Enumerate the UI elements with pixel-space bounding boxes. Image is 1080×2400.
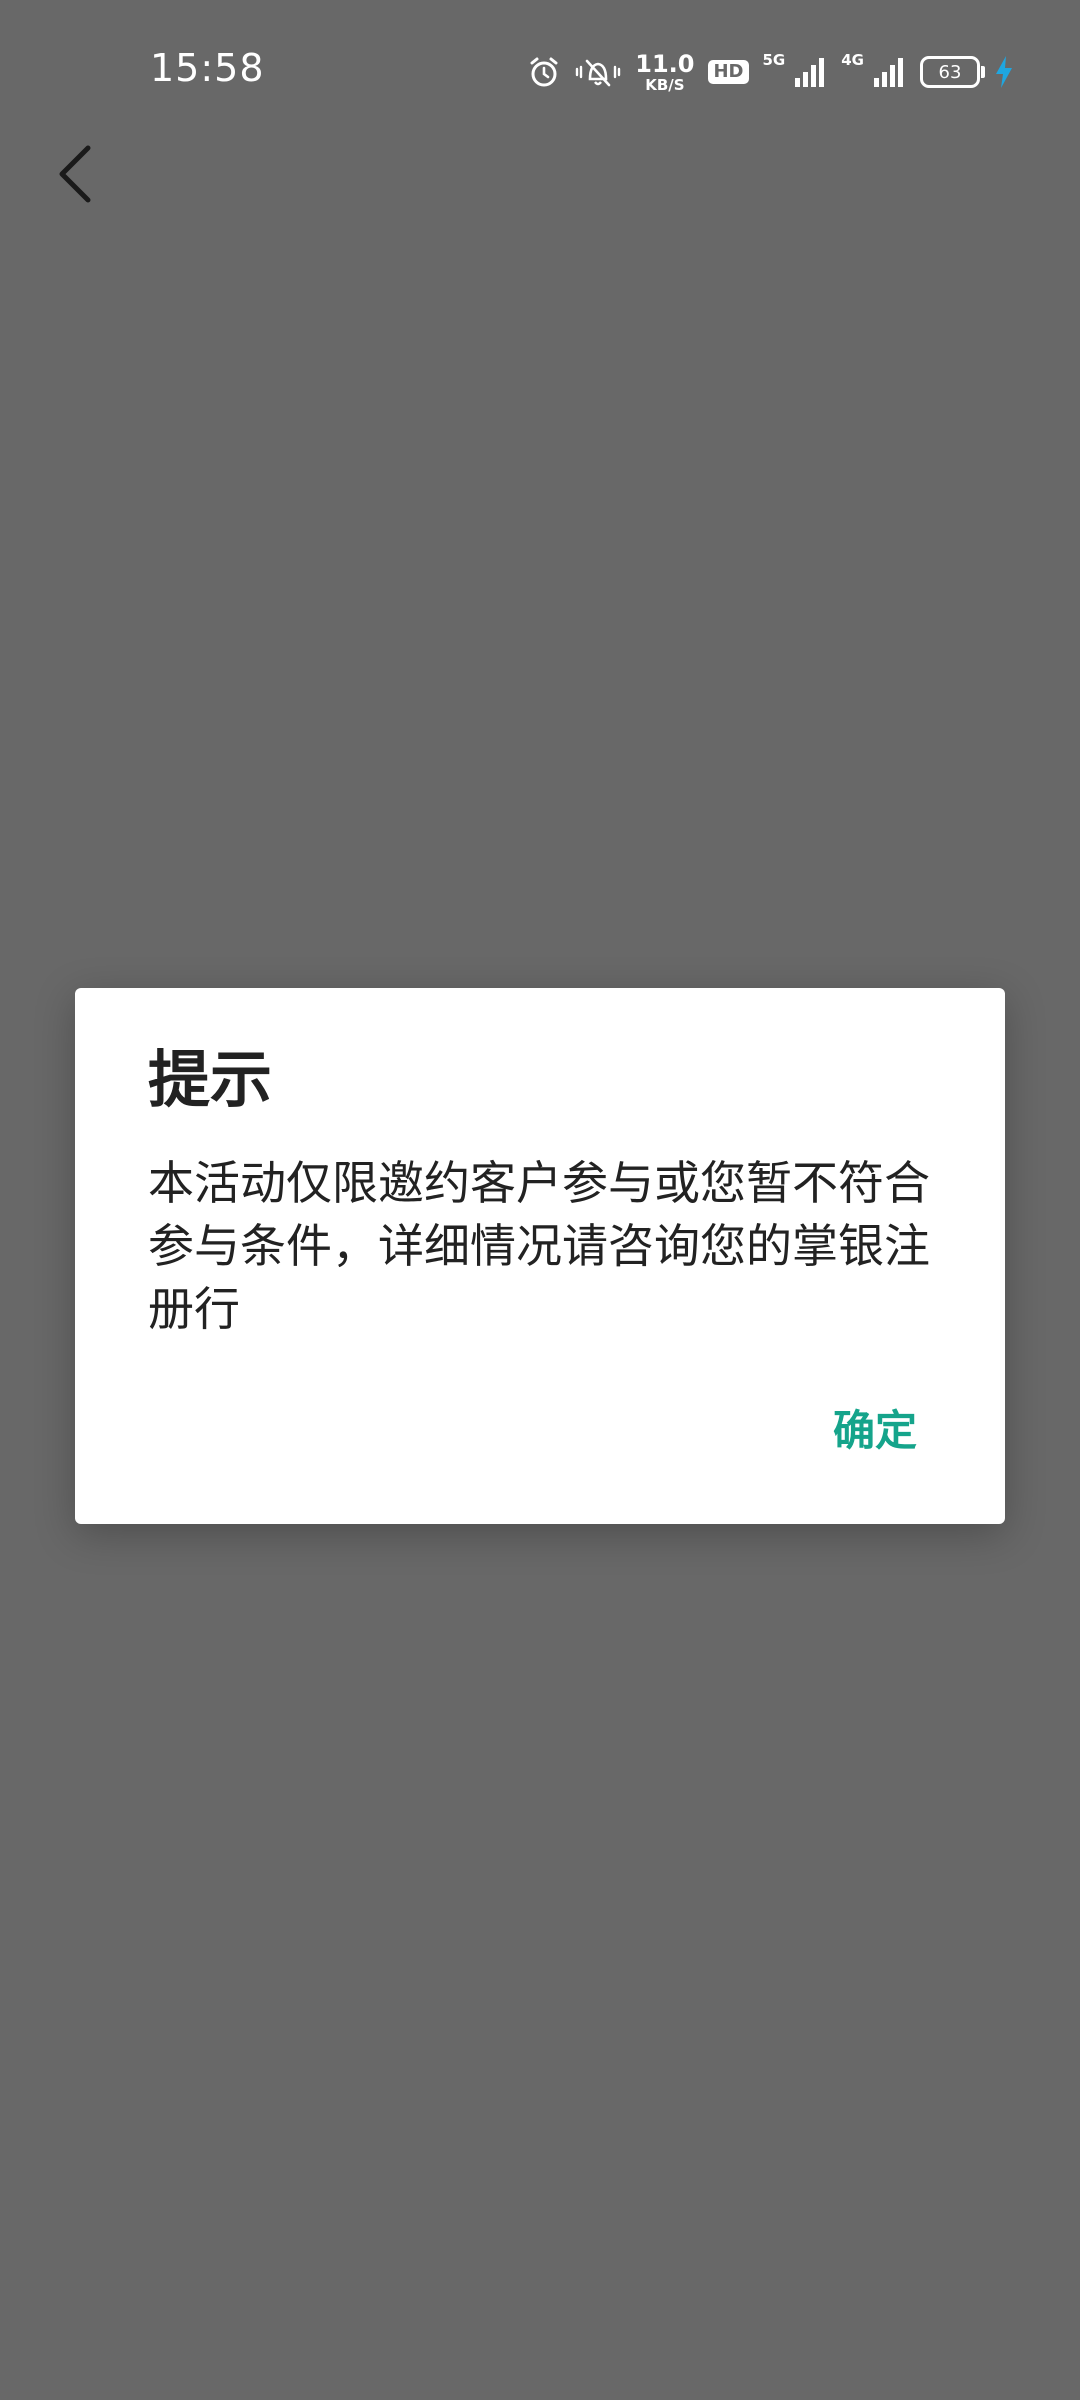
screen: 15:58 11.0 KB/S HD 5G 4G 63 提示 本活动仅限邀约客户… xyxy=(0,0,1080,2400)
network-speed-value: 11.0 xyxy=(635,49,695,78)
charging-icon xyxy=(994,55,1014,89)
status-icons: 11.0 KB/S HD 5G 4G 63 xyxy=(527,46,1014,98)
chevron-left-icon xyxy=(54,144,94,208)
network-speed-unit: KB/S xyxy=(645,75,685,94)
alert-dialog: 提示 本活动仅限邀约客户参与或您暂不符合参与条件，详细情况请咨询您的掌银注册行 … xyxy=(75,988,1005,1524)
signal-icon xyxy=(872,56,906,88)
signal-icon xyxy=(793,56,827,88)
battery-level: 63 xyxy=(938,61,962,83)
dialog-title: 提示 xyxy=(148,1043,273,1116)
status-bar: 15:58 11.0 KB/S HD 5G 4G 63 xyxy=(0,0,1080,140)
network-5g-label: 5G xyxy=(762,51,786,69)
confirm-button[interactable]: 确定 xyxy=(833,1406,917,1456)
battery-indicator: 63 xyxy=(920,56,985,88)
alarm-icon xyxy=(527,55,561,89)
network-4g-label: 4G xyxy=(841,51,864,69)
status-time: 15:58 xyxy=(150,46,265,90)
vibrate-silent-icon xyxy=(575,55,621,89)
back-button[interactable] xyxy=(36,136,112,216)
hd-badge: HD xyxy=(708,60,749,84)
dialog-message: 本活动仅限邀约客户参与或您暂不符合参与条件，详细情况请咨询您的掌银注册行 xyxy=(148,1156,930,1336)
network-speed: 11.0 KB/S xyxy=(635,52,694,93)
